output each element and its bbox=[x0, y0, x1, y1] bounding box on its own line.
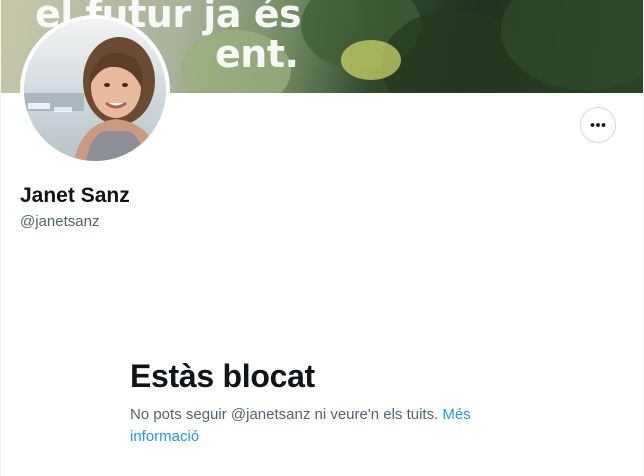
display-name: Janet Sanz bbox=[20, 184, 130, 207]
blocked-description: No pots seguir @janetsanz ni veure'n els… bbox=[130, 404, 530, 448]
avatar-photo bbox=[24, 19, 166, 161]
blocked-description-text: No pots seguir @janetsanz ni veure'n els… bbox=[130, 406, 439, 423]
more-options-button[interactable] bbox=[580, 107, 616, 143]
blocked-title: Estàs blocat bbox=[130, 358, 315, 394]
banner-foliage bbox=[341, 40, 401, 80]
avatar[interactable] bbox=[20, 15, 170, 165]
more-horizontal-icon bbox=[590, 123, 606, 127]
profile-page: el futur ja és ent. Janet Sanz @janetsan… bbox=[0, 0, 644, 476]
profile-handle: @janetsanz bbox=[20, 213, 100, 230]
